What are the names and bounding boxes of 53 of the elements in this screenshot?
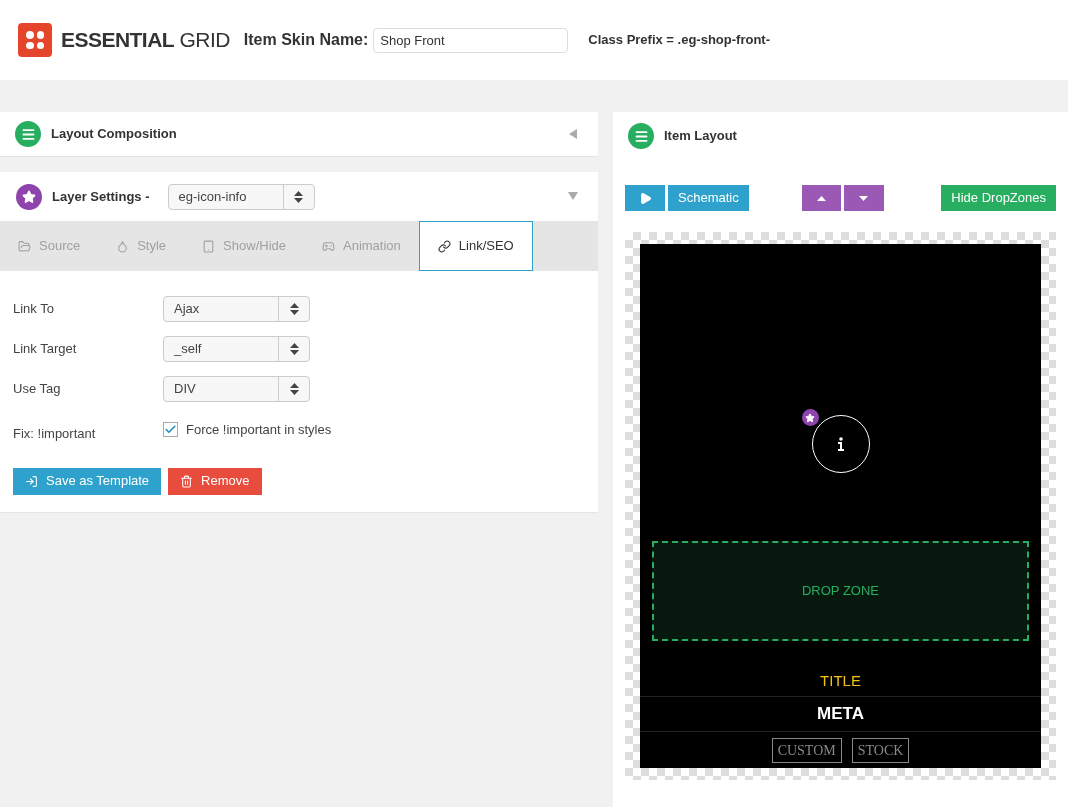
gamepad-icon [322,239,335,253]
tab[interactable]: Source [0,221,99,271]
trash-icon [180,474,194,488]
sort-caret-icon [294,190,304,203]
logo-icon [18,23,52,57]
down-triangle-icon [859,195,869,201]
move-down-button[interactable] [843,185,884,211]
tablet-icon [202,239,216,253]
play-button[interactable] [625,185,665,211]
sort-caret-icon [289,303,299,315]
field-label: Fix: !important [13,425,97,443]
panel-title: Layer Settings - [52,187,150,206]
move-up-button[interactable] [801,185,841,211]
select-field[interactable]: Ajax [163,296,310,322]
select-field[interactable]: DIV [163,376,310,402]
tab[interactable]: Style [98,221,185,271]
tab[interactable]: Show/Hide [184,221,304,271]
logo-text: ESSENTIAL GRID [61,27,230,54]
remove-button[interactable]: Remove [168,467,262,495]
select-field[interactable]: eg-icon-info [167,183,315,210]
field-label: Link To [13,300,55,319]
select-field[interactable]: _self [163,336,310,362]
panel-title: Item Layout [664,127,737,146]
up-triangle-icon [816,195,826,201]
sort-caret-icon [289,343,299,355]
list-icon [628,123,654,149]
collapse-arrow-icon[interactable] [568,191,578,202]
enter-icon [25,474,38,488]
panel-title[interactable]: Layout Composition [51,124,177,144]
sort-caret-icon [289,383,299,395]
meta-text: META [817,703,864,726]
skin-name-label: Item Skin Name: [243,30,369,50]
link-icon [437,239,451,253]
tag-label: STOCK [851,737,910,763]
field-label: Use Tag [13,380,62,399]
play-icon [638,191,652,205]
save-template-button[interactable]: Save as Template [13,467,162,495]
tab[interactable]: Link/SEO [418,221,533,271]
checkbox-label: Force !important in styles [186,421,332,439]
class-prefix-text: Class Prefix = .eg-shop-front- [588,31,770,50]
drop-zone-label: DROP ZONE [801,582,880,601]
tab[interactable]: Animation [304,221,419,271]
list-icon [15,121,41,147]
collapse-arrow-icon[interactable] [569,129,579,139]
hide-dropzones-button[interactable]: Hide DropZones [941,185,1056,211]
title-text: TITLE [820,671,861,692]
skin-name-field[interactable]: Shop Front [373,27,569,53]
field-label: Link Target [13,340,78,359]
tag-label: CUSTOM [771,737,842,763]
checkbox[interactable] [163,422,178,438]
schematic-button[interactable]: Schematic [668,185,749,211]
folder-icon [18,239,31,253]
drop-icon [116,239,130,253]
